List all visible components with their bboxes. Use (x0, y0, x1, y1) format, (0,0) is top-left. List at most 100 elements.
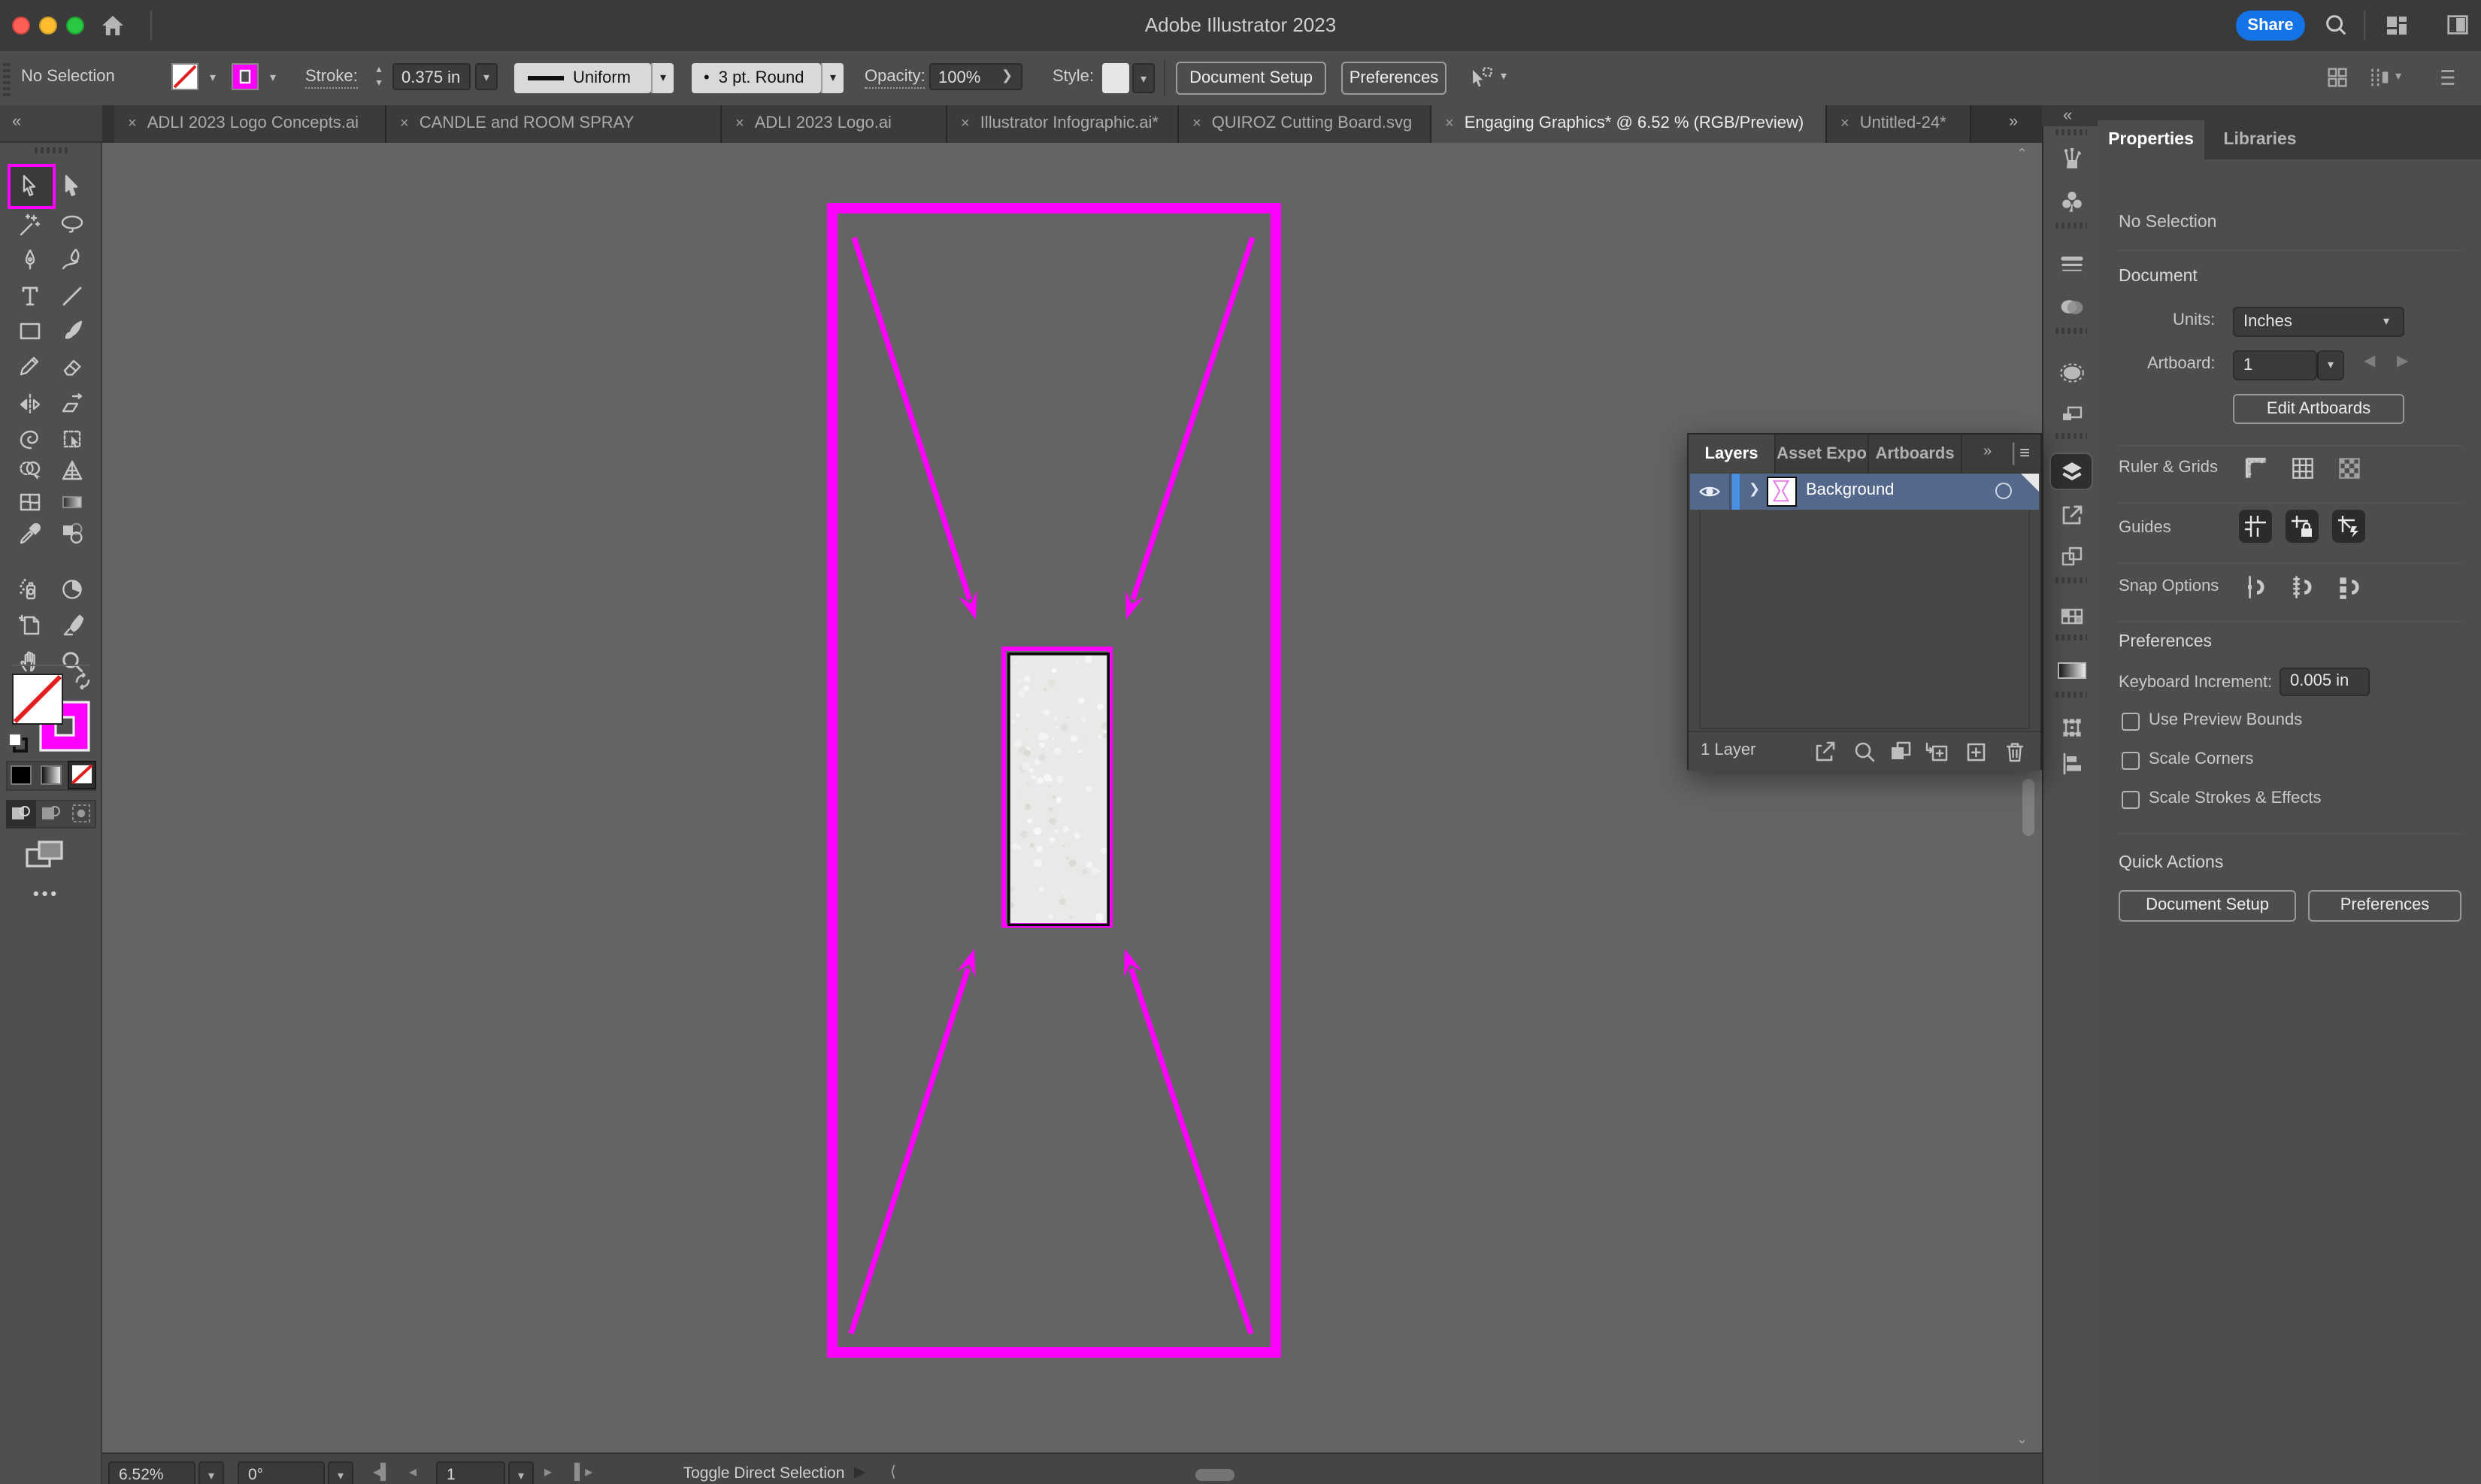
stroke-width-input[interactable]: 0.375 in (392, 63, 471, 90)
free-transform-tool[interactable] (51, 421, 93, 457)
arrange-chevron-icon[interactable]: ▾ (2395, 69, 2401, 83)
fill-chevron-icon[interactable]: ▾ (201, 63, 224, 90)
reflect-tool[interactable] (9, 386, 51, 422)
variable-width-profile-select[interactable]: Uniform (514, 63, 651, 93)
scale-tool[interactable] (51, 386, 93, 422)
more-tools-icon[interactable]: ••• (33, 886, 59, 904)
canvas[interactable]: ⌃ ⌄ (102, 143, 2042, 1452)
transform-panel-icon[interactable] (2057, 713, 2087, 743)
mesh-tool[interactable] (9, 484, 51, 520)
align-panel-icon[interactable] (2057, 749, 2087, 779)
layer-expand-chevron-icon[interactable]: ❯ (1749, 481, 1760, 498)
rotation-chevron-icon[interactable]: ▾ (328, 1461, 353, 1484)
fill-color-proxy[interactable] (12, 674, 63, 725)
document-tab[interactable]: ×ADLI 2023 Logo Concepts.ai (114, 105, 386, 143)
slice-tool[interactable] (51, 607, 93, 644)
layers-panel-icon[interactable] (2057, 457, 2087, 487)
select-similar-icon[interactable] (1466, 63, 1496, 101)
blend-tool[interactable] (51, 516, 93, 552)
artboard-number-input[interactable]: 1 (436, 1461, 505, 1484)
show-transparency-grid-icon[interactable] (2334, 453, 2364, 483)
profile-chevron-icon[interactable]: ▾ (651, 63, 674, 93)
locate-icon[interactable] (1851, 738, 1877, 764)
stroke-label[interactable]: Stroke: (305, 68, 358, 89)
paintbrush-tool[interactable] (51, 313, 93, 349)
document-tab[interactable]: ×QUIROZ Cutting Board.svg (1179, 105, 1431, 143)
menu-list-icon[interactable] (2433, 65, 2458, 98)
layer-visibility-eye-icon[interactable] (1698, 480, 1722, 511)
quick-preferences-button[interactable]: Preferences (2308, 890, 2461, 922)
tab-artboards[interactable]: Artboards (1869, 435, 1962, 474)
layer-name[interactable]: Background (1806, 481, 1894, 499)
artboard-select[interactable]: 1 (2233, 350, 2317, 380)
next-artboard-arrow-icon[interactable]: ▶ (2397, 353, 2408, 370)
close-tab-icon[interactable]: × (961, 105, 970, 143)
brush-chevron-icon[interactable]: ▾ (821, 63, 844, 93)
eyedropper-tool[interactable] (9, 516, 51, 552)
document-tab[interactable]: ×ADLI 2023 Logo.ai (722, 105, 947, 143)
tab-layers[interactable]: Layers (1689, 435, 1776, 474)
symbols-panel-icon[interactable] (2057, 186, 2087, 217)
gradient-panel-icon[interactable] (2057, 656, 2087, 686)
document-tab[interactable]: ×CANDLE and ROOM SPRAY LABELS.pdf (386, 105, 722, 143)
lock-guides-icon[interactable] (2286, 510, 2319, 543)
close-tab-icon[interactable]: × (400, 105, 409, 143)
layers-menu-icon[interactable]: ≡ (2019, 442, 2030, 463)
gradient-tool[interactable] (51, 484, 93, 520)
layers-overflow-icon[interactable]: » (1983, 444, 1992, 460)
workspace-switcher-icon[interactable] (2383, 12, 2410, 47)
artboard-tool[interactable] (9, 607, 51, 644)
prev-artboard-icon[interactable]: ◂ (409, 1464, 417, 1481)
close-tab-icon[interactable]: × (1445, 105, 1454, 143)
show-grid-icon[interactable] (2287, 453, 2317, 483)
strip-grip[interactable] (2055, 129, 2087, 135)
close-tab-icon[interactable]: × (735, 105, 744, 143)
scroll-down-icon[interactable]: ⌄ (2016, 1431, 2028, 1448)
pen-tool[interactable] (9, 242, 51, 278)
line-segment-tool[interactable] (51, 278, 93, 314)
rotation-input[interactable]: 0° (238, 1461, 325, 1484)
style-swatch[interactable] (1102, 63, 1129, 93)
scroll-up-icon[interactable]: ⌃ (2016, 146, 2028, 162)
magic-wand-tool[interactable] (9, 207, 51, 244)
search-icon[interactable] (2323, 12, 2349, 45)
status-back-icon[interactable]: ⟨ (890, 1464, 896, 1481)
collapse-toolbar-icon[interactable]: « (12, 113, 21, 131)
quick-document-setup-button[interactable]: Document Setup (2119, 890, 2296, 922)
stroke-chevron-icon[interactable]: ▾ (262, 63, 284, 90)
tab-properties[interactable]: Properties (2098, 120, 2204, 159)
appearance-panel-icon[interactable] (2057, 358, 2087, 388)
direct-selection-tool[interactable] (51, 168, 93, 204)
graph-tool[interactable] (51, 571, 93, 607)
close-tab-icon[interactable]: × (1840, 105, 1849, 143)
tab-overflow-icon[interactable]: » (2009, 113, 2018, 131)
curvature-tool[interactable] (51, 242, 93, 278)
trash-icon[interactable] (2001, 738, 2027, 764)
document-tab-active[interactable]: ×Engaging Graphics* @ 6.52 % (RGB/Previe… (1431, 105, 1827, 143)
tab-asset-export[interactable]: Asset Expo (1776, 435, 1869, 474)
swatches-panel-icon[interactable] (2057, 601, 2087, 631)
status-play-icon[interactable]: ▶ (854, 1464, 865, 1481)
document-tab[interactable]: ×Untitled-24* (1827, 105, 1971, 143)
collect-export-icon[interactable] (1812, 738, 1837, 764)
rectangle-tool[interactable] (9, 313, 51, 349)
prev-artboard-arrow-icon[interactable]: ◀ (2364, 353, 2375, 370)
style-chevron-icon[interactable]: ▾ (1132, 63, 1155, 93)
checkbox-scale-strokes-effects[interactable] (2122, 791, 2140, 809)
next-artboard-icon[interactable]: ▸ (544, 1464, 552, 1481)
show-guides-icon[interactable] (2239, 510, 2272, 543)
checkbox-scale-corners[interactable] (2122, 752, 2140, 770)
snap-to-grid-icon[interactable] (2287, 571, 2317, 601)
preferences-button[interactable]: Preferences (1341, 62, 1446, 95)
newlayer-icon[interactable] (1962, 738, 1988, 764)
selection-tool[interactable] (9, 168, 51, 204)
zoom-level-input[interactable]: 6.52% (108, 1461, 195, 1484)
stroke-swatch[interactable] (232, 63, 259, 90)
checkbox-use-preview-bounds[interactable] (2122, 713, 2140, 731)
document-setup-button[interactable]: Document Setup (1176, 62, 1326, 95)
opacity-label[interactable]: Opacity: (865, 68, 925, 89)
export-panel-icon[interactable] (2057, 499, 2087, 529)
artboard-chevron-icon[interactable]: ▾ (508, 1461, 534, 1484)
artboard-chevron-icon[interactable]: ▾ (2317, 350, 2344, 380)
smart-guides-icon[interactable] (2332, 510, 2365, 543)
